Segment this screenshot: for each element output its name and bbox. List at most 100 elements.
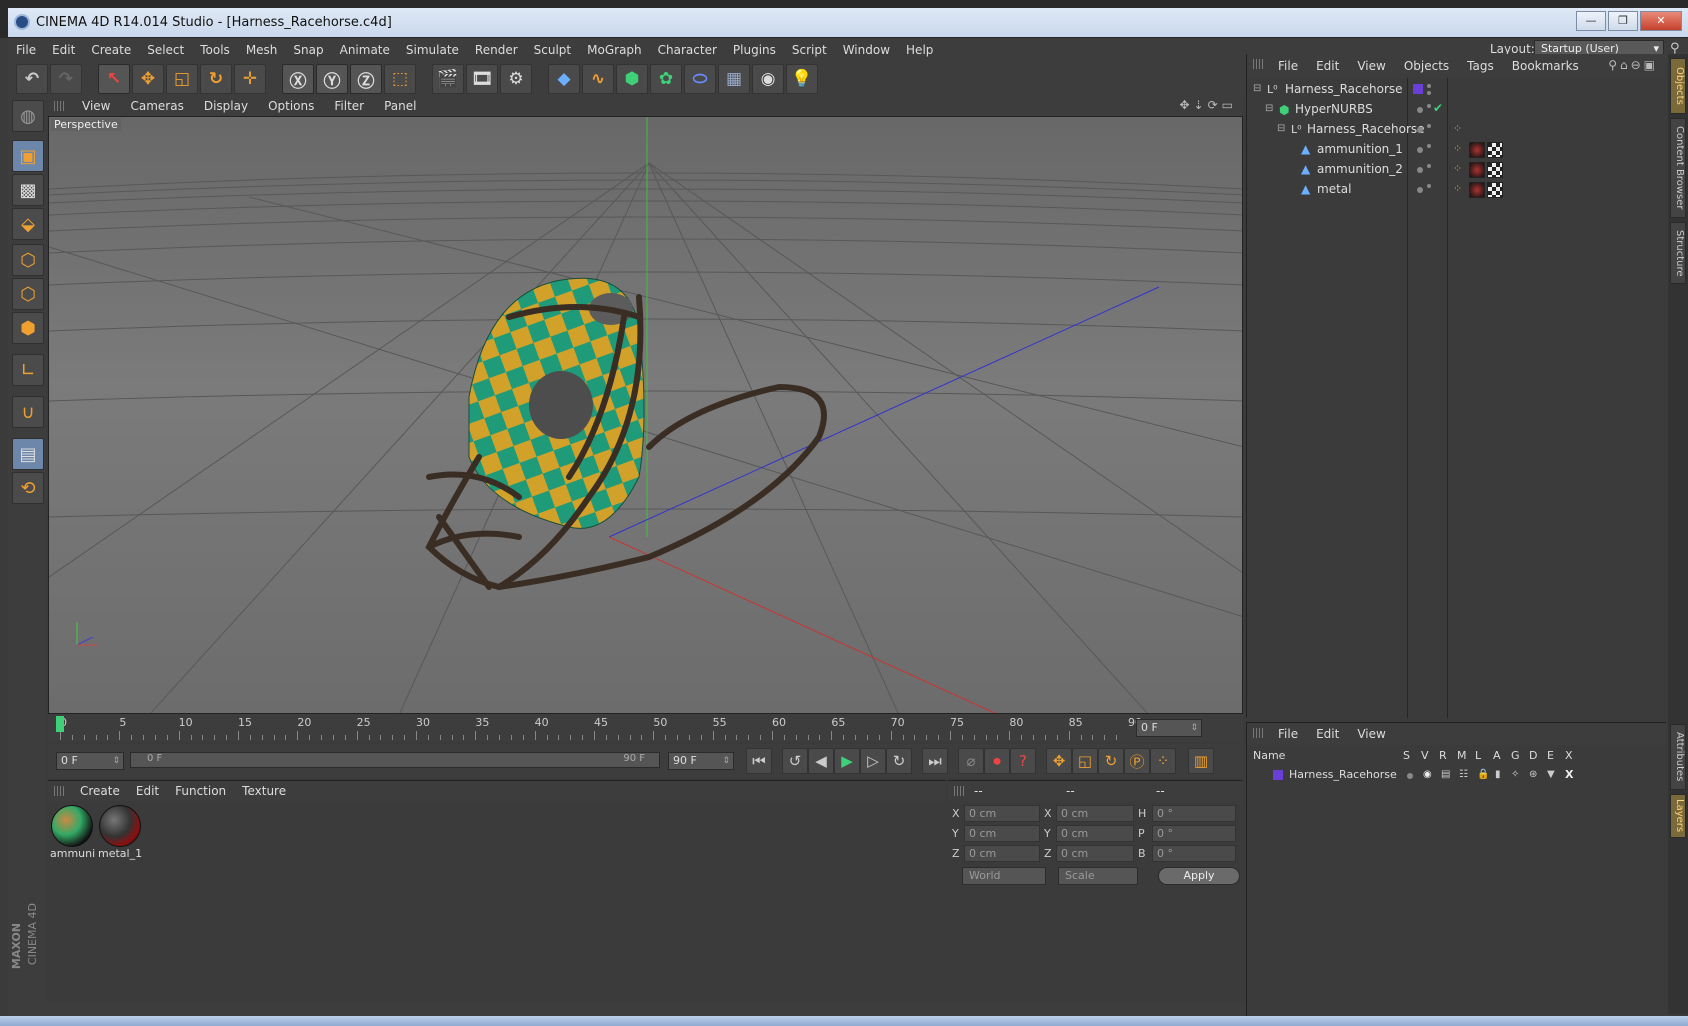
play-forward-icon[interactable]: ▶ bbox=[834, 748, 860, 774]
collapse-icon[interactable]: ⊟ bbox=[1253, 83, 1261, 94]
col-name[interactable]: Name bbox=[1253, 749, 1285, 765]
polygons-mode-icon[interactable]: ⬢ bbox=[12, 312, 44, 344]
axis-mode-icon[interactable]: ∟ bbox=[12, 354, 44, 386]
layer-color-swatch[interactable] bbox=[1273, 770, 1283, 780]
deformer-icon[interactable]: ⬭ bbox=[684, 64, 716, 94]
z-axis-lock-icon[interactable]: Ⓩ bbox=[350, 64, 382, 94]
generator-icon[interactable]: ✧ bbox=[1511, 769, 1519, 780]
col-render[interactable]: R bbox=[1439, 749, 1447, 765]
key-rotation-icon[interactable]: ↻ bbox=[1098, 748, 1124, 774]
layer-color-swatch[interactable] bbox=[1413, 84, 1423, 94]
menu-file[interactable]: File bbox=[8, 43, 44, 57]
undo-icon[interactable]: ↶ bbox=[16, 64, 48, 94]
menu-plugins[interactable]: Plugins bbox=[725, 43, 784, 57]
menu-simulate[interactable]: Simulate bbox=[398, 43, 467, 57]
pos-y-field[interactable]: 0 cm bbox=[964, 825, 1040, 842]
col-manager[interactable]: M bbox=[1457, 749, 1467, 765]
menu-snap[interactable]: Snap bbox=[285, 43, 331, 57]
start-frame-field[interactable]: 0 F bbox=[56, 752, 124, 770]
apply-button[interactable]: Apply bbox=[1158, 867, 1240, 885]
viewport-menu-cameras[interactable]: Cameras bbox=[120, 99, 193, 113]
points-mode-icon[interactable]: ⬡ bbox=[12, 244, 44, 276]
menu-render[interactable]: Render bbox=[467, 43, 526, 57]
object-menu-objects[interactable]: Objects bbox=[1395, 59, 1458, 73]
object-row[interactable]: ⊟ L⁰ Harness_Racehorse bbox=[1247, 80, 1667, 100]
light-icon[interactable]: 💡 bbox=[786, 64, 818, 94]
menu-script[interactable]: Script bbox=[784, 43, 835, 57]
menu-sculpt[interactable]: Sculpt bbox=[526, 43, 579, 57]
layer-menu-view[interactable]: View bbox=[1348, 727, 1394, 741]
make-editable-icon[interactable]: ◍ bbox=[12, 100, 44, 132]
end-frame-field[interactable]: 90 F bbox=[668, 752, 734, 770]
material-menu-function[interactable]: Function bbox=[167, 784, 234, 798]
pos-x-field[interactable]: 0 cm bbox=[964, 805, 1040, 822]
tab-objects[interactable]: Objects bbox=[1670, 58, 1686, 114]
material-swatch[interactable]: ammuni bbox=[50, 805, 95, 863]
object-menu-file[interactable]: File bbox=[1269, 59, 1307, 73]
tab-content-browser[interactable]: Content Browser bbox=[1670, 118, 1686, 218]
minimize-button[interactable]: — bbox=[1576, 11, 1606, 31]
scale-tool-icon[interactable]: ◱ bbox=[166, 64, 198, 94]
x-axis-lock-icon[interactable]: Ⓧ bbox=[282, 64, 314, 94]
frame-range-slider[interactable]: 0 F 90 F bbox=[130, 752, 660, 768]
object-menu-bookmarks[interactable]: Bookmarks bbox=[1503, 59, 1588, 73]
collapse-icon[interactable]: ⊟ bbox=[1265, 103, 1273, 114]
locked-workplane-icon[interactable]: ⟲ bbox=[12, 472, 44, 504]
rot-h-field[interactable]: 0 ° bbox=[1152, 805, 1236, 822]
previous-frame-icon[interactable]: ◀ bbox=[808, 748, 834, 774]
tab-attributes[interactable]: Attributes bbox=[1670, 724, 1686, 790]
viewport-menu-options[interactable]: Options bbox=[258, 99, 324, 113]
object-menu-view[interactable]: View bbox=[1348, 59, 1394, 73]
tab-layers[interactable]: Layers bbox=[1670, 794, 1686, 838]
viewport-menu-panel[interactable]: Panel bbox=[374, 99, 426, 113]
coordinate-mode-select[interactable]: World bbox=[962, 867, 1046, 885]
material-tag-icon[interactable] bbox=[1469, 182, 1485, 198]
tab-structure[interactable]: Structure bbox=[1670, 222, 1686, 284]
layer-menu-file[interactable]: File bbox=[1269, 727, 1307, 741]
menu-create[interactable]: Create bbox=[83, 43, 139, 57]
viewport-menu-display[interactable]: Display bbox=[194, 99, 258, 113]
menu-help[interactable]: Help bbox=[898, 43, 941, 57]
workplane-icon[interactable]: ⬙ bbox=[12, 208, 44, 240]
menu-mograph[interactable]: MoGraph bbox=[579, 43, 650, 57]
phong-tag-icon[interactable]: ⁘ bbox=[1453, 162, 1462, 175]
size-z-field[interactable]: 0 cm bbox=[1056, 845, 1134, 862]
cube-icon[interactable]: ◆ bbox=[548, 64, 580, 94]
viewport-menu-view[interactable]: View bbox=[72, 99, 120, 113]
next-key-icon[interactable]: ↻ bbox=[886, 748, 912, 774]
uvw-tag-icon[interactable] bbox=[1487, 142, 1503, 158]
menu-animate[interactable]: Animate bbox=[332, 43, 398, 57]
record-active-icon[interactable]: ⏺ bbox=[984, 748, 1010, 774]
timeline-window-icon[interactable]: ▥ bbox=[1188, 748, 1214, 774]
array-icon[interactable]: ✿ bbox=[650, 64, 682, 94]
object-menu-edit[interactable]: Edit bbox=[1307, 59, 1348, 73]
render-picture-viewer-icon[interactable]: 🎞 bbox=[466, 64, 498, 94]
restore-button[interactable]: ❐ bbox=[1608, 11, 1638, 31]
lock-icon[interactable]: 🔒 bbox=[1477, 769, 1489, 780]
next-frame-icon[interactable]: ▷ bbox=[860, 748, 886, 774]
timeline-ruler[interactable]: 051015202530354045505560657075808590 0 F bbox=[48, 714, 1243, 742]
coordinate-system-icon[interactable]: ⬚ bbox=[384, 64, 416, 94]
model-mode-icon[interactable]: ▣ bbox=[12, 140, 44, 172]
col-xref[interactable]: X bbox=[1565, 749, 1573, 765]
material-menu-texture[interactable]: Texture bbox=[234, 784, 294, 798]
key-parameter-icon[interactable]: Ⓟ bbox=[1124, 748, 1150, 774]
previous-key-icon[interactable]: ↺ bbox=[782, 748, 808, 774]
phong-tag-icon[interactable]: ⁘ bbox=[1453, 182, 1462, 195]
uvw-tag-icon[interactable] bbox=[1487, 162, 1503, 178]
object-menu-tags[interactable]: Tags bbox=[1458, 59, 1503, 73]
menu-mesh[interactable]: Mesh bbox=[238, 43, 286, 57]
rotate-tool-icon[interactable]: ↻ bbox=[200, 64, 232, 94]
close-button[interactable]: ✕ bbox=[1640, 11, 1682, 31]
texture-mode-icon[interactable]: ▩ bbox=[12, 174, 44, 206]
animation-icon[interactable]: ▮ bbox=[1495, 769, 1501, 780]
layer-menu-edit[interactable]: Edit bbox=[1307, 727, 1348, 741]
enabled-check-icon[interactable]: ✔ bbox=[1433, 101, 1443, 115]
object-row[interactable]: ▲ metal ⁘ bbox=[1247, 180, 1667, 200]
col-solo[interactable]: S bbox=[1403, 749, 1410, 765]
y-axis-lock-icon[interactable]: Ⓨ bbox=[316, 64, 348, 94]
camera-icon[interactable]: ◉ bbox=[752, 64, 784, 94]
expression-icon[interactable]: ▼ bbox=[1547, 769, 1555, 780]
visible-eye-icon[interactable]: ◉ bbox=[1423, 769, 1432, 780]
menu-window[interactable]: Window bbox=[835, 43, 898, 57]
